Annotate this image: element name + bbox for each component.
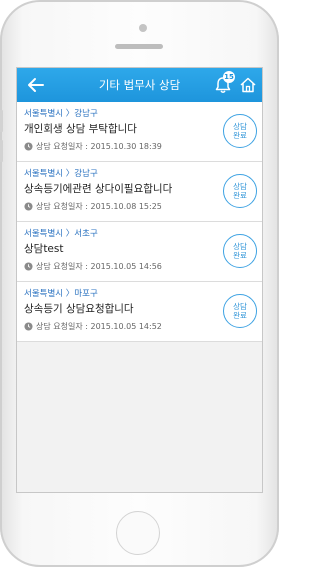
clock-icon	[24, 142, 33, 151]
phone-home-button[interactable]	[116, 511, 160, 555]
earpiece-speaker	[115, 44, 163, 49]
item-region: 서울특별시 〉강남구	[24, 109, 98, 119]
item-request-date: 상담 요청일자 : 2015.10.05 14:56	[24, 261, 162, 272]
front-camera	[139, 24, 147, 32]
item-request-date: 상담 요청일자 : 2015.10.05 14:52	[24, 321, 162, 332]
clock-icon	[24, 322, 33, 331]
clock-icon	[24, 202, 33, 211]
phone-frame: 기타 법무사 상담 15 서울특별시 〉강남구 개인회생 상담 부탁합니다 상담…	[0, 0, 279, 567]
item-request-date: 상담 요청일자 : 2015.10.30 18:39	[24, 141, 162, 152]
status-badge: 상담 완료	[223, 174, 257, 208]
page-title: 기타 법무사 상담	[98, 78, 181, 92]
request-date-text: 상담 요청일자 : 2015.10.08 15:25	[36, 202, 162, 211]
home-icon[interactable]	[238, 75, 258, 95]
item-region: 서울특별시 〉마포구	[24, 289, 98, 299]
clock-icon	[24, 262, 33, 271]
request-date-text: 상담 요청일자 : 2015.10.05 14:52	[36, 322, 162, 331]
list-item[interactable]: 서울특별시 〉마포구 상속등기 상담요청합니다 상담 요청일자 : 2015.1…	[17, 282, 262, 342]
item-subject: 상속등기에관련 상다이필요합니다	[24, 183, 173, 195]
status-badge: 상담 완료	[223, 294, 257, 328]
request-date-text: 상담 요청일자 : 2015.10.05 14:56	[36, 262, 162, 271]
item-region: 서울특별시 〉서초구	[24, 229, 98, 239]
volume-up-button	[0, 110, 3, 132]
status-badge: 상담 완료	[223, 234, 257, 268]
list-item[interactable]: 서울특별시 〉서초구 상담test 상담 요청일자 : 2015.10.05 1…	[17, 222, 262, 282]
item-request-date: 상담 요청일자 : 2015.10.08 15:25	[24, 201, 162, 212]
item-subject: 상속등기 상담요청합니다	[24, 303, 134, 315]
consultation-list: 서울특별시 〉강남구 개인회생 상담 부탁합니다 상담 요청일자 : 2015.…	[17, 102, 262, 342]
volume-down-button	[0, 140, 3, 162]
back-arrow-icon[interactable]	[24, 73, 48, 97]
item-region: 서울특별시 〉강남구	[24, 169, 98, 179]
notification-badge: 15	[223, 71, 235, 83]
item-subject: 개인회생 상담 부탁합니다	[24, 123, 137, 135]
status-badge: 상담 완료	[223, 114, 257, 148]
request-date-text: 상담 요청일자 : 2015.10.30 18:39	[36, 142, 162, 151]
list-item[interactable]: 서울특별시 〉강남구 상속등기에관련 상다이필요합니다 상담 요청일자 : 20…	[17, 162, 262, 222]
list-item[interactable]: 서울특별시 〉강남구 개인회생 상담 부탁합니다 상담 요청일자 : 2015.…	[17, 102, 262, 162]
item-subject: 상담test	[24, 243, 64, 255]
app-header: 기타 법무사 상담 15	[17, 68, 262, 102]
app-screen: 기타 법무사 상담 15 서울특별시 〉강남구 개인회생 상담 부탁합니다 상담…	[16, 67, 263, 493]
